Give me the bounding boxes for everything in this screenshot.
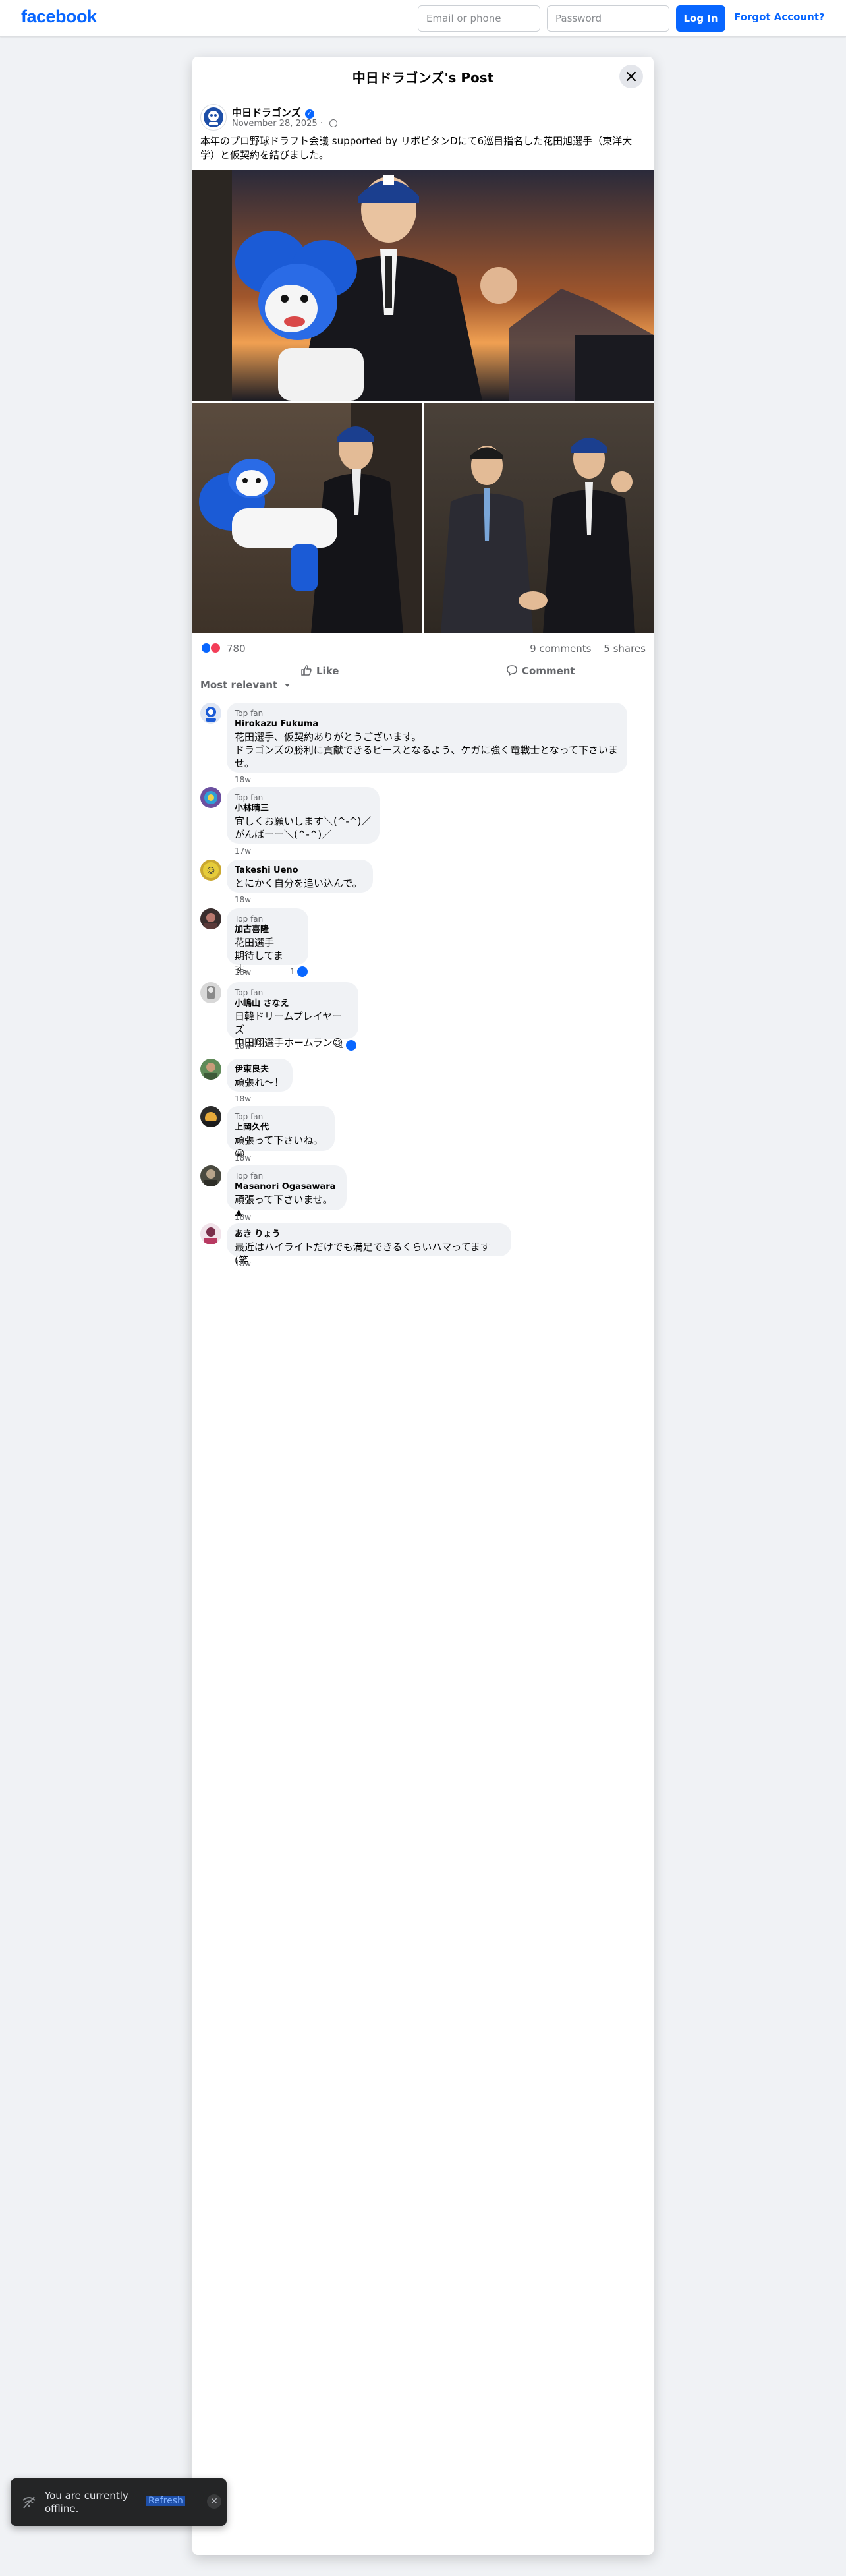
- wifi-off-icon: [22, 2496, 36, 2509]
- avatar[interactable]: [200, 703, 221, 724]
- comment-bubble: Top fan 小嶋山 さなえ 日韓ドリームプレイヤーズ 中田翔選手ホームラン😊: [227, 982, 358, 1049]
- comment-sort-dropdown[interactable]: Most relevant: [200, 679, 291, 691]
- avatar[interactable]: [200, 908, 221, 929]
- top-fan-badge: Top fan: [235, 709, 264, 718]
- comment-like-count[interactable]: 1: [290, 966, 308, 977]
- password-field[interactable]: [547, 5, 669, 32]
- top-fan-badge: Top fan: [235, 1112, 264, 1121]
- commenter-name[interactable]: 上岡久代: [235, 1122, 327, 1134]
- commenter-name[interactable]: Masanori Ogasawara: [235, 1181, 339, 1193]
- login-button[interactable]: Log In: [676, 5, 725, 32]
- like-count: 1: [339, 1041, 344, 1050]
- comment-time[interactable]: 18w: [235, 968, 251, 977]
- close-icon[interactable]: ✕: [207, 2494, 221, 2509]
- comments-count[interactable]: 9 comments: [530, 643, 591, 655]
- reactions-bar: 780 9 comments 5 shares: [200, 637, 646, 660]
- commenter-name[interactable]: 加古喜隆: [235, 924, 300, 936]
- like-label: Like: [316, 665, 339, 677]
- post-date[interactable]: November 28, 2025: [232, 119, 318, 129]
- avatar[interactable]: [200, 1059, 221, 1080]
- page-name[interactable]: 中日ドラゴンズ: [232, 107, 301, 119]
- comment-text: 最近はハイライトだけでも満足できるくらいハマってます(笑: [235, 1241, 490, 1266]
- comment-bubble: Top fan 上岡久代 頑張って下さいね。😀: [227, 1106, 335, 1159]
- avatar[interactable]: [200, 1106, 221, 1127]
- commenter-name[interactable]: 伊東良夫: [235, 1064, 285, 1076]
- close-icon[interactable]: [619, 65, 643, 88]
- comment-time[interactable]: 18w: [235, 1259, 251, 1268]
- avatar[interactable]: [200, 1165, 221, 1186]
- comment-time[interactable]: 18w: [235, 775, 251, 784]
- post-text: 本年のプロ野球ドラフト会議 supported by リポビタンDにて6巡目指名…: [200, 135, 633, 161]
- page-avatar[interactable]: [200, 104, 227, 131]
- facebook-logo[interactable]: facebook: [21, 7, 97, 27]
- like-button[interactable]: Like: [300, 664, 339, 682]
- comment-icon: [507, 665, 517, 676]
- avatar[interactable]: [200, 1223, 221, 1244]
- comment-bubble: Top fan Hirokazu Fukuma 花田選手、仮契約ありがとうござい…: [227, 703, 627, 773]
- sort-label: Most relevant: [200, 679, 278, 691]
- top-fan-badge: Top fan: [235, 988, 264, 997]
- forgot-account-link[interactable]: Forgot Account?: [734, 11, 825, 23]
- shares-count[interactable]: 5 shares: [604, 643, 646, 655]
- comment-text: とにかく自分を追い込んで。: [235, 877, 362, 889]
- comment-time[interactable]: 18w: [235, 1154, 251, 1163]
- post-photo-main[interactable]: [192, 170, 654, 401]
- top-fan-badge: Top fan: [235, 793, 264, 802]
- comment-bubble: 伊東良夫 頑張れ〜！: [227, 1059, 293, 1092]
- comment-time[interactable]: 18w: [235, 1094, 251, 1103]
- top-fan-badge: Top fan: [235, 1171, 264, 1181]
- like-reaction-icon: [296, 966, 308, 977]
- comment-time[interactable]: 18w: [235, 1041, 251, 1051]
- avatar[interactable]: [200, 787, 221, 808]
- thumbs-up-icon: [301, 665, 312, 676]
- post-photo-right[interactable]: [424, 403, 654, 633]
- comment-text: 日韓ドリームプレイヤーズ 中田翔選手ホームラン😊: [235, 1010, 343, 1049]
- comment-time[interactable]: 18w: [235, 1213, 251, 1222]
- modal-header: 中日ドラゴンズ's Post: [192, 57, 654, 96]
- comment-like-count[interactable]: 1: [339, 1040, 356, 1051]
- like-reaction-icon: [345, 1040, 356, 1051]
- modal-title: 中日ドラゴンズ's Post: [352, 70, 494, 86]
- comment-time[interactable]: 18w: [235, 895, 251, 904]
- commenter-name[interactable]: Takeshi Ueno: [235, 865, 365, 877]
- comment-bubble: Top fan 小林晴三 宜しくお願いします＼(^-^)／ がんばーー＼(^-^…: [227, 787, 380, 844]
- love-reaction-icon[interactable]: [210, 642, 221, 654]
- refresh-link[interactable]: Refresh: [146, 2496, 185, 2506]
- caret-down-icon: [285, 684, 291, 687]
- post-modal: 中日ドラゴンズ's Post 中日ドラゴンズ ✓ November 28, 202…: [192, 57, 654, 2555]
- offline-message: You are currently offline.: [45, 2490, 128, 2515]
- top-fan-badge: Top fan: [235, 914, 264, 923]
- comment-bubble: Top fan Masanori Ogasawara 頑張って下さいませ。⛰: [227, 1165, 347, 1219]
- commenter-name[interactable]: Hirokazu Fukuma: [235, 718, 619, 730]
- comment-text: 宜しくお願いします＼(^-^)／ がんばーー＼(^-^)／: [235, 815, 372, 840]
- like-count: 1: [290, 967, 295, 976]
- svg-text:☺: ☺: [207, 866, 215, 875]
- post-photo-left[interactable]: [192, 403, 422, 633]
- verified-icon: ✓: [304, 109, 314, 119]
- top-navigation-bar: facebook Log In Forgot Account?: [0, 0, 846, 37]
- avatar[interactable]: ☺: [200, 860, 221, 881]
- comment-time[interactable]: 17w: [235, 846, 251, 856]
- post-header: 中日ドラゴンズ ✓ November 28, 2025 ·: [200, 104, 648, 133]
- commenter-name[interactable]: あき りょう: [235, 1229, 503, 1241]
- email-field[interactable]: [418, 5, 540, 32]
- comment-text: 頑張れ〜！: [235, 1076, 285, 1088]
- comment-bubble: あき りょう 最近はハイライトだけでも満足できるくらいハマってます(笑: [227, 1223, 511, 1266]
- comment-label: Comment: [522, 665, 575, 677]
- comment-text: 花田選手、仮契約ありがとうございます。 ドラゴンズの勝利に貢献できるピースとなる…: [235, 731, 619, 769]
- offline-toast: You are currently offline. Refresh ✕: [11, 2478, 227, 2526]
- comment-bubble: Top fan 加古喜隆 花田選手 期待してます。: [227, 908, 308, 975]
- globe-icon: [329, 119, 338, 127]
- avatar[interactable]: [200, 982, 221, 1003]
- commenter-name[interactable]: 小林晴三: [235, 803, 372, 815]
- comment-button[interactable]: Comment: [506, 664, 575, 682]
- comment-bubble: Takeshi Ueno とにかく自分を追い込んで。: [227, 860, 373, 893]
- commenter-name[interactable]: 小嶋山 さなえ: [235, 998, 351, 1010]
- reaction-count[interactable]: 780: [227, 643, 246, 655]
